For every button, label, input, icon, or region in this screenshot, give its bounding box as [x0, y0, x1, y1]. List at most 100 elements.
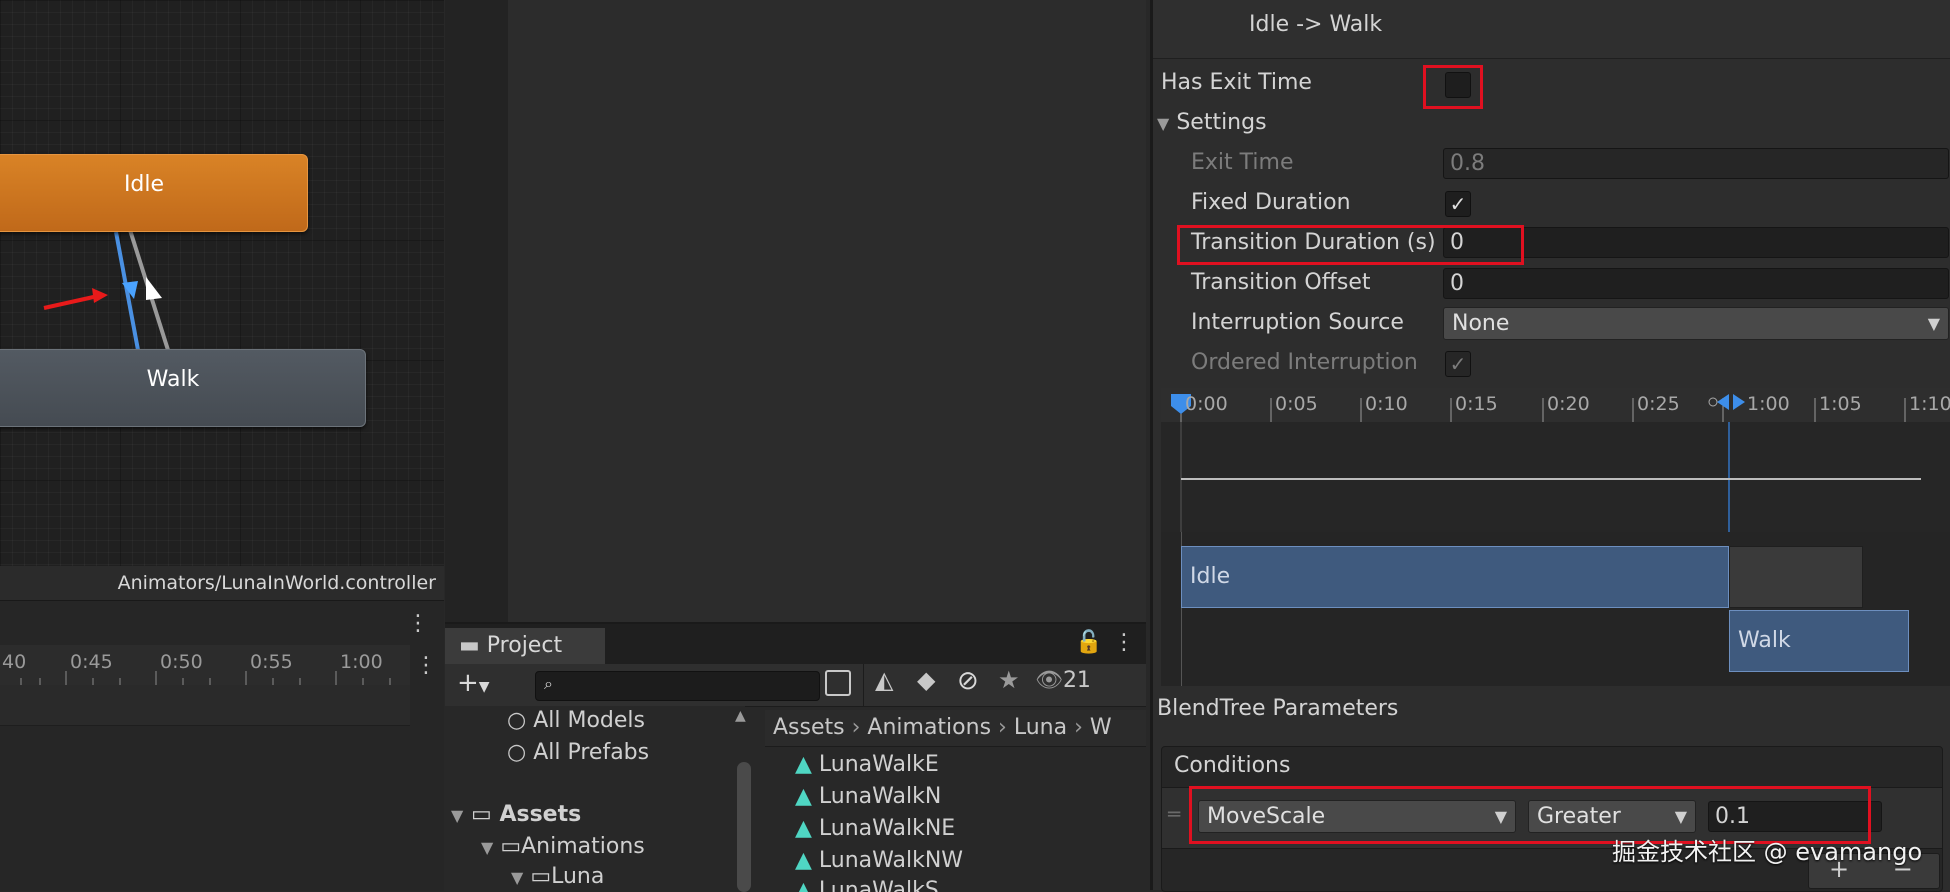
tree-item-luna[interactable]: ▼ ▭Luna — [511, 864, 604, 889]
asset-item[interactable]: ▲ LunaWalkN — [795, 784, 941, 809]
lock-icon[interactable]: 🔓 — [1075, 630, 1102, 655]
create-button[interactable]: +▼ — [457, 668, 490, 698]
animator-graph[interactable]: Idle Walk Animators/LunaInWorld.controll… — [0, 0, 444, 600]
hidden-count: 21 — [1062, 668, 1091, 693]
fixed-duration-checkbox[interactable]: ✓ — [1445, 191, 1471, 217]
tick-label: 0:45 — [70, 651, 113, 673]
breadcrumb-w[interactable]: W — [1090, 715, 1112, 740]
more-options-icon[interactable]: ⋮ — [1113, 630, 1135, 655]
tree-item-animations[interactable]: ▼ ▭Animations — [481, 834, 645, 859]
asset-item[interactable]: ▲ LunaWalkNW — [795, 848, 963, 873]
project-toolbar: +▼ ⌕ ◭ ◆ ⊘ ★ 👁21 — [445, 664, 1146, 707]
project-panel: ▬ Project 🔓 ⋮ +▼ ⌕ ◭ ◆ ⊘ ★ 👁21 ○ All Mod… — [445, 622, 1146, 892]
transition-curve — [1180, 422, 1921, 532]
ordered-interruption-label: Ordered Interruption — [1191, 350, 1418, 375]
breadcrumb-luna[interactable]: Luna — [1014, 715, 1067, 740]
chevron-down-icon: ▼ — [478, 679, 490, 695]
state-label-idle: Idle — [123, 172, 165, 197]
more-options-icon[interactable]: ⋮ — [415, 653, 437, 678]
animation-clip-icon: ▲ — [795, 784, 812, 809]
folder-icon: ▭ — [530, 864, 552, 889]
asset-label: LunaWalkN — [818, 784, 942, 809]
tree-scrollbar[interactable] — [737, 762, 751, 892]
tree-item-label: All Prefabs — [533, 740, 650, 765]
state-label-walk: Walk — [146, 367, 200, 392]
tick-label: 1:00 — [340, 651, 383, 673]
tick-label: 0:55 — [250, 651, 293, 673]
asset-item[interactable]: ▲ LunaWalkNE — [795, 816, 955, 841]
favorite-star-icon[interactable]: ★ — [998, 666, 1020, 694]
more-options-icon[interactable]: ⋮ — [407, 611, 429, 636]
interruption-source-label: Interruption Source — [1191, 310, 1404, 335]
conditions-label: Conditions — [1174, 753, 1291, 778]
asset-label: LunaWalkE — [818, 752, 939, 777]
folder-icon: ▭ — [470, 802, 492, 827]
chevron-down-icon: ▼ — [1927, 314, 1940, 333]
transition-offset-label: Transition Offset — [1191, 270, 1371, 295]
tree-item-all-prefabs[interactable]: ○ All Prefabs — [507, 740, 649, 765]
tick-label: 1:10 — [1909, 393, 1950, 415]
controller-path: Animators/LunaInWorld.controller — [0, 566, 444, 600]
transition-title: Idle -> Walk — [1249, 12, 1383, 37]
tree-item-label: Luna — [551, 864, 605, 889]
tab-project-label: Project — [486, 633, 563, 658]
breadcrumb: Assets › Animations › Luna › W — [765, 710, 1146, 747]
ruler-ticks — [20, 671, 391, 685]
transition-offset-field[interactable]: 0 — [1443, 268, 1949, 299]
asset-item[interactable]: ▲ LunaWalkE — [795, 752, 939, 777]
project-tab-bar: ▬ Project 🔓 ⋮ — [445, 624, 1146, 664]
timeline-ruler[interactable]: 40 0:45 0:50 0:55 1:00 — [0, 645, 410, 685]
scene-viewport[interactable] — [508, 0, 1146, 622]
blendtree-parameters-label: BlendTree Parameters — [1157, 696, 1399, 721]
tree-item-assets[interactable]: ▼ ▭ Assets — [451, 802, 581, 827]
settings-foldout[interactable]: ▼ Settings — [1157, 110, 1267, 135]
folder-icon: ▭ — [500, 834, 522, 859]
label-tag-icon[interactable]: ◆ — [917, 666, 935, 694]
tick-label: 0:10 — [1365, 393, 1408, 415]
ordered-interruption-checkbox[interactable]: ✓ — [1445, 351, 1471, 377]
timeline-track — [0, 685, 410, 726]
timeline-ruler[interactable]: 0:00 0:05 0:10 0:15 0:20 0:25 1:00 1:05 … — [1161, 388, 1950, 423]
animation-clip-icon: ▲ — [795, 816, 812, 841]
exit-time-label: Exit Time — [1191, 150, 1294, 175]
breadcrumb-assets[interactable]: Assets — [773, 715, 845, 740]
state-node-idle[interactable]: Idle — [0, 154, 308, 232]
tick-label: 0:50 — [160, 651, 203, 673]
expand-arrow-icon: ▼ — [1157, 114, 1170, 133]
clip-walk[interactable]: Walk — [1729, 610, 1909, 672]
transition-arrow[interactable] — [0, 0, 444, 600]
filter-type-icon[interactable]: ◭ — [875, 666, 893, 694]
state-node-walk[interactable]: Walk — [0, 349, 366, 427]
animation-clip-icon: ▲ — [795, 752, 812, 777]
watermark: 掘金技术社区 @ evamango — [1612, 838, 1923, 866]
chevron-right-icon: › — [851, 715, 868, 740]
scroll-up-icon[interactable]: ▲ — [735, 708, 746, 724]
tick-label: 0:05 — [1275, 393, 1318, 415]
tree-item-all-models[interactable]: ○ All Models — [507, 708, 645, 733]
has-exit-time-label: Has Exit Time — [1161, 70, 1312, 95]
breadcrumb-animations[interactable]: Animations — [867, 715, 991, 740]
inspector-panel: Idle -> Walk Has Exit Time ▼ Settings Ex… — [1150, 0, 1950, 892]
drag-handle-icon[interactable]: ═ — [1168, 802, 1180, 826]
project-search-input[interactable]: ⌕ — [535, 671, 820, 701]
fixed-duration-label: Fixed Duration — [1191, 190, 1351, 215]
interruption-source-dropdown[interactable]: None ▼ — [1443, 307, 1949, 340]
transition-clips: Idle Walk — [1161, 532, 1950, 686]
warning-icon[interactable]: ⊘ — [957, 666, 979, 696]
tab-project[interactable]: ▬ Project — [445, 628, 605, 664]
hidden-packages-toggle[interactable]: 👁21 — [1035, 668, 1091, 693]
animation-clip-icon: ▲ — [795, 848, 812, 873]
transition-curve-area — [1161, 422, 1950, 532]
tick-label: 0:20 — [1547, 393, 1590, 415]
eye-icon: 👁 — [1035, 668, 1063, 693]
tick-label: 0:15 — [1455, 393, 1498, 415]
asset-label: LunaWalkNE — [818, 816, 956, 841]
clip-idle[interactable]: Idle — [1181, 546, 1729, 608]
exit-time-field[interactable]: 0.8 — [1443, 148, 1949, 179]
highlight-box — [1423, 65, 1483, 109]
transition-timeline[interactable]: 0:00 0:05 0:10 0:15 0:20 0:25 1:00 1:05 … — [1161, 388, 1950, 686]
tree-item-label: All Models — [533, 708, 645, 733]
chevron-right-icon: › — [998, 715, 1014, 740]
open-window-icon[interactable] — [825, 670, 851, 696]
scene-view — [445, 0, 1146, 622]
